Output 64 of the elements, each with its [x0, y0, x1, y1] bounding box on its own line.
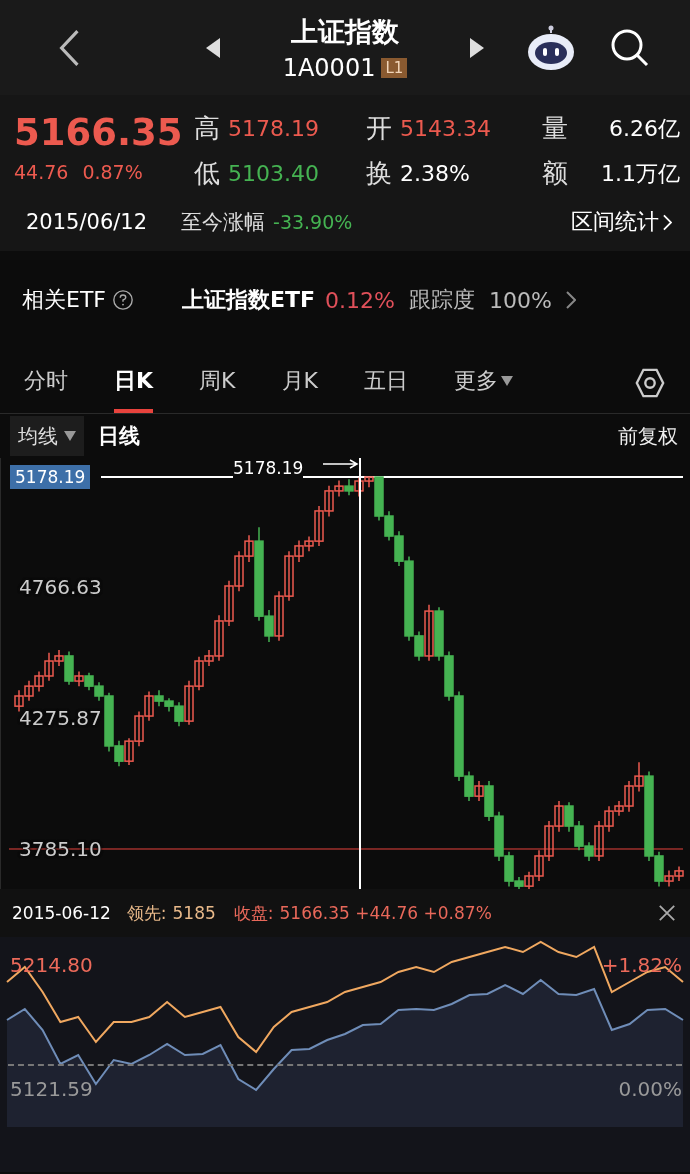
high-price-badge: 5178.19 [10, 465, 91, 489]
etf-label: 相关ETF [22, 286, 106, 314]
stat-value: 6.26亿 [609, 114, 680, 143]
axis-label: 5214.80 [10, 953, 93, 977]
since-label: 至今涨幅 [181, 209, 266, 236]
chevron-icon [663, 213, 672, 231]
etf-change: 0.12% [325, 287, 395, 313]
axis-label: +1.82% [601, 953, 682, 977]
tracking-value: 100% [488, 287, 552, 313]
period-label: 日线 [98, 423, 140, 450]
robot-icon[interactable] [526, 24, 576, 71]
tracking-label: 跟踪度 [408, 286, 475, 314]
etf-name[interactable]: 上证指数ETF [182, 285, 316, 315]
lead-label: 领先: [126, 901, 167, 925]
axis-label: 4275.87 [19, 706, 102, 729]
period-tab[interactable]: 月K [281, 353, 318, 413]
candlestick [74, 670, 84, 687]
stock-name: 上证指数 [291, 14, 399, 49]
stat-label: 换 [366, 157, 392, 190]
close-icon[interactable] [658, 904, 676, 922]
price-change-percent: 0.87% [82, 161, 143, 184]
stat-label: 高 [194, 112, 220, 145]
axis-label: 5121.59 [10, 1077, 93, 1101]
chevron-icon[interactable] [565, 291, 576, 309]
stat-value: 5143.34 [400, 116, 491, 141]
current-price: 5166.35 [14, 111, 183, 156]
period-tab[interactable]: 日K [114, 353, 154, 413]
back-icon[interactable] [58, 28, 80, 67]
since-change: -33.90% [273, 211, 353, 233]
adjust-button[interactable]: 前复权 [618, 422, 678, 450]
period-tab[interactable]: 更多 [453, 353, 513, 413]
stat-label: 开 [366, 112, 392, 145]
quote-date: 2015/06/12 [26, 210, 148, 234]
period-tab[interactable]: 周K [199, 353, 236, 413]
dropdown-caret-icon [64, 431, 76, 441]
level-badge: L1 [381, 57, 408, 78]
stat-value: 5178.19 [228, 116, 319, 141]
close-value: 5166.35 +44.76 +0.87% [279, 903, 492, 923]
lead-value: 5185 [172, 903, 216, 923]
stat-value: 5103.40 [228, 161, 319, 186]
candlestick [474, 780, 484, 802]
candlestick [424, 603, 434, 662]
tooltip-date: 2015-06-12 [12, 903, 111, 923]
close-label: 收盘: [233, 901, 274, 925]
stock-code: 1A0001 [282, 53, 376, 82]
stat-label: 额 [542, 157, 568, 190]
period-tab[interactable]: 五日 [363, 353, 408, 413]
search-icon[interactable] [610, 27, 650, 68]
range-stats-link[interactable]: 区间统计 [571, 207, 672, 237]
previous-icon[interactable] [206, 37, 220, 58]
indicator-dropdown[interactable]: 均线 [10, 416, 84, 456]
help-icon[interactable] [112, 289, 134, 311]
stat-label: 量 [542, 112, 568, 145]
stat-value: 2.38% [400, 161, 470, 186]
period-tab[interactable]: 分时 [24, 353, 68, 413]
next-icon[interactable] [470, 37, 484, 58]
axis-label: 0.00% [618, 1077, 682, 1101]
stat-label: 低 [194, 157, 220, 190]
settings-icon[interactable] [634, 367, 666, 399]
stat-value: 1.1万亿 [601, 159, 680, 188]
axis-label: 4766.63 [19, 575, 102, 598]
dropdown-caret-icon [500, 376, 513, 386]
price-change: 44.76 [14, 161, 69, 184]
high-price-marker: 5178.19 [233, 458, 304, 478]
